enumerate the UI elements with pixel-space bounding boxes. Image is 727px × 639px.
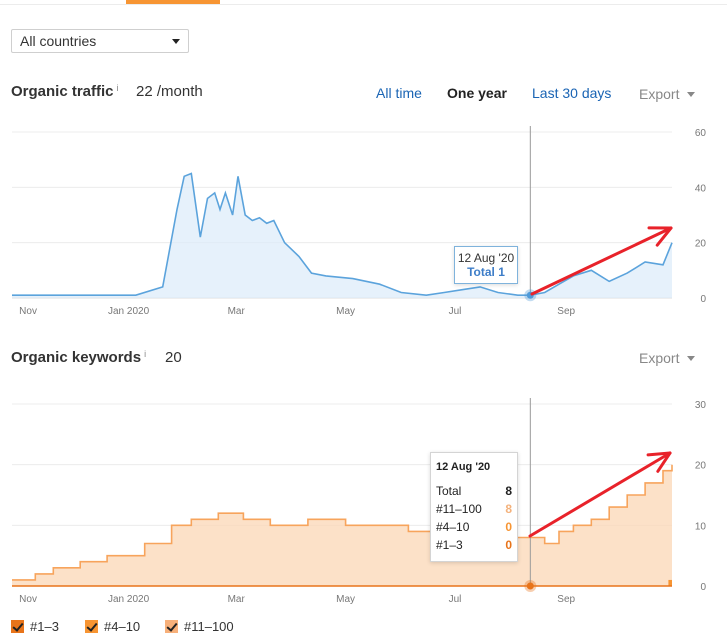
range-one-year[interactable]: One year bbox=[447, 85, 507, 101]
legend-item-4-10[interactable]: #4–10 bbox=[85, 619, 140, 634]
x-tick-label: Sep bbox=[557, 594, 575, 605]
y-tick-label: 60 bbox=[695, 128, 707, 139]
tooltip-row-1-3: #1–3 0 bbox=[436, 538, 512, 552]
caret-down-icon bbox=[687, 92, 696, 97]
checkbox-checked-icon[interactable] bbox=[11, 620, 24, 633]
series-line bbox=[12, 172, 673, 297]
checkbox-checked-icon[interactable] bbox=[85, 620, 98, 633]
range-all-time[interactable]: All time bbox=[376, 85, 422, 101]
caret-down-icon bbox=[687, 356, 696, 361]
traffic-title: Organic traffic i bbox=[11, 83, 119, 100]
range-last-30-days[interactable]: Last 30 days bbox=[532, 85, 611, 101]
x-tick-label: May bbox=[336, 594, 355, 605]
keywords-export-button[interactable]: Export bbox=[639, 350, 696, 366]
x-tick-label: May bbox=[336, 306, 355, 317]
x-tick-label: Sep bbox=[557, 306, 575, 317]
caret-down-icon bbox=[172, 39, 180, 44]
x-tick-label: Mar bbox=[228, 594, 246, 605]
traffic-value: 22 /month bbox=[136, 83, 203, 100]
x-tick-label: Jul bbox=[449, 306, 462, 317]
x-tick-label: Jan 2020 bbox=[108, 306, 150, 317]
info-icon[interactable]: i bbox=[117, 83, 119, 93]
series-area bbox=[12, 173, 672, 298]
tooltip-row-4-10: #4–10 0 bbox=[436, 520, 512, 534]
tooltip-date: 12 Aug '20 bbox=[457, 251, 515, 265]
divider bbox=[0, 4, 727, 5]
keywords-tooltip: 12 Aug '20 Total 8 #11–100 8 #4–10 0 #1–3 0 bbox=[430, 452, 518, 562]
tooltip-total: Total 1 bbox=[467, 265, 505, 279]
legend-item-11-100[interactable]: #11–100 bbox=[165, 619, 234, 634]
tooltip-row-total: Total 8 bbox=[436, 484, 512, 498]
y-tick-label: 20 bbox=[695, 239, 707, 250]
x-tick-label: Nov bbox=[19, 594, 37, 605]
y-tick-label: 40 bbox=[695, 183, 707, 194]
x-tick-label: Jul bbox=[449, 594, 462, 605]
traffic-tooltip: 12 Aug '20 Total 1 bbox=[454, 246, 518, 284]
country-filter-dropdown[interactable]: All countries bbox=[11, 29, 189, 53]
trend-arrow-head bbox=[646, 451, 672, 457]
y-tick-label: 10 bbox=[695, 521, 707, 532]
tooltip-date: 12 Aug '20 bbox=[436, 461, 491, 473]
keywords-value: 20 bbox=[165, 349, 182, 366]
tooltip-row-11-100: #11–100 8 bbox=[436, 502, 512, 516]
y-tick-label: 0 bbox=[700, 294, 706, 305]
keywords-title: Organic keywords i bbox=[11, 349, 147, 366]
traffic-export-button[interactable]: Export bbox=[639, 86, 696, 102]
country-filter-value: All countries bbox=[20, 33, 97, 49]
x-tick-label: Mar bbox=[228, 306, 246, 317]
x-tick-label: Nov bbox=[19, 306, 37, 317]
x-tick-label: Jan 2020 bbox=[108, 594, 150, 605]
checkbox-checked-icon[interactable] bbox=[165, 620, 178, 633]
info-icon[interactable]: i bbox=[144, 349, 146, 359]
legend-item-1-3[interactable]: #1–3 bbox=[11, 619, 59, 634]
y-tick-label: 30 bbox=[695, 400, 707, 411]
traffic-chart[interactable]: 0 20 40 60 Nov Jan 2020 Mar May Jul Sep bbox=[0, 110, 727, 322]
y-tick-label: 0 bbox=[700, 582, 706, 593]
keywords-chart[interactable]: 0 10 20 30 Nov Jan 2020 Mar May Jul Sep bbox=[0, 378, 727, 610]
series-4-10-area bbox=[668, 579, 672, 586]
y-tick-label: 20 bbox=[695, 461, 707, 472]
